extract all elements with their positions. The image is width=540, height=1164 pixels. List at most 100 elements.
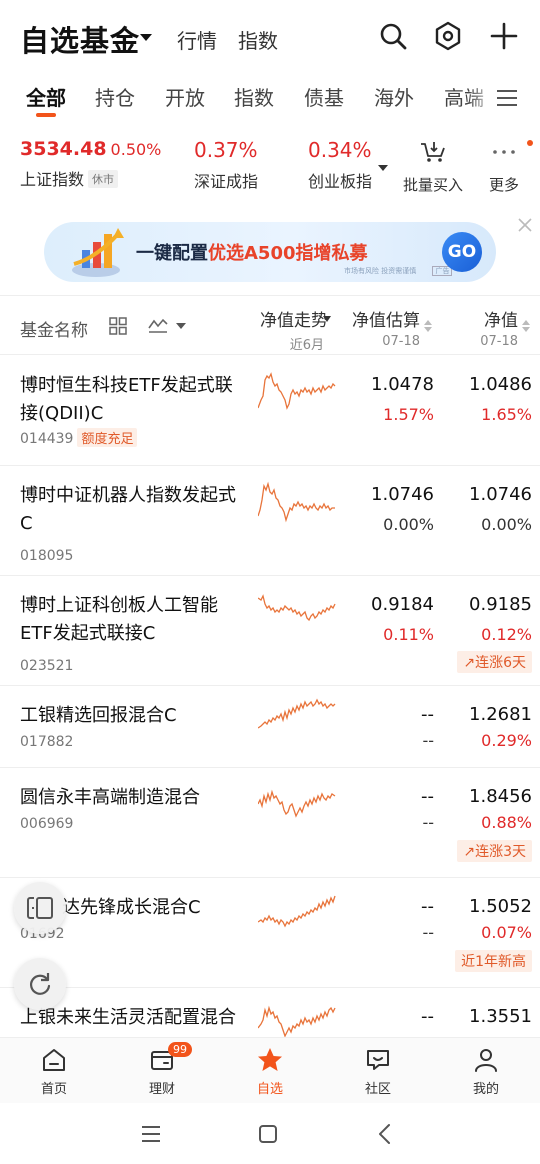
col-estimate[interactable]: 净值估算 07-18 [344,306,420,349]
split-screen-icon [27,897,53,919]
nav-value: 0.9185 [469,594,532,615]
refresh-button[interactable] [14,958,66,1010]
index-sh[interactable]: 3534.48 0.50% 上证指数 休市 [20,138,161,190]
user-icon [475,1049,497,1072]
nav-change: 0.88% [481,813,532,832]
streak-badge: ↗连涨6天 [457,651,532,673]
page-title[interactable]: 自选基金 [20,18,140,60]
tab-fade [468,78,496,118]
nav-cell: 1.5052 0.07% [436,896,532,942]
settings-hex-icon[interactable] [432,20,464,52]
title-dropdown-icon[interactable] [140,34,152,41]
home-button-icon[interactable] [255,1121,281,1147]
active-tab-indicator [36,113,56,117]
estimate-value: 1.0478 [371,374,434,395]
top-bar: 自选基金 行情 指数 [0,0,540,76]
trend-sort-icon[interactable] [323,316,331,322]
star-icon [258,1048,282,1071]
index-link[interactable]: 指数 [238,25,278,54]
nav-cell: 1.2681 0.29% [436,704,532,750]
nav-home-label: 首页 [40,1082,67,1097]
fund-name: 工银精选回报混合C [20,705,177,726]
index-dropdown-icon[interactable] [378,165,388,171]
nav-home[interactable]: 首页 [14,1046,94,1097]
tab-open[interactable]: 开放 [165,82,205,111]
trend-sparkline [258,481,335,523]
trend-dropdown-icon[interactable] [176,323,186,329]
notification-dot [527,140,533,146]
tab-menu-icon[interactable] [497,90,517,108]
col-nav[interactable]: 净值 07-18 [454,306,518,349]
nav-watchlist[interactable]: 自选 [230,1046,310,1097]
more-label: 更多 [488,176,519,194]
recent-apps-icon[interactable] [138,1121,164,1147]
tab-holdings[interactable]: 持仓 [95,82,135,111]
nav-wealth[interactable]: 99 理财 [122,1042,202,1097]
estimate-cell: -- [344,1006,434,1027]
column-header: 基金名称 净值走势 近6月 净值估算 07-18 净值 07-18 [0,295,540,355]
estimate-change: -- [422,731,434,750]
market-link[interactable]: 行情 [177,25,217,54]
fund-row[interactable]: 博时恒生科技ETF发起式联接(QDII)C 014439 额度充足 1.0478 … [0,356,540,466]
index-name: 创业板指 [308,172,373,191]
promo-banner[interactable]: 一键配置优选A500指增私募 市场有风险 投资需谨慎 广告 GO [44,222,496,282]
nav-value: 1.0486 [469,374,532,395]
more-button[interactable]: 更多 [480,138,528,195]
batch-buy-label: 批量买入 [402,176,463,194]
nav-community[interactable]: 社区 [338,1046,418,1097]
nav-change: 0.12% [481,625,532,644]
banner-headline: 一键配置优选A500指增私募 [136,239,368,265]
tab-all[interactable]: 全部 [26,82,66,111]
index-cyb[interactable]: 0.34% 创业板指 [308,138,372,192]
tab-index[interactable]: 指数 [234,82,274,111]
tab-bond[interactable]: 债基 [304,82,344,111]
nav-profile-label: 我的 [472,1082,499,1097]
fund-row[interactable]: 达先锋成长混合C 0​1​692 -- -- 1.5052 0.07% 近1年新… [0,878,540,988]
estimate-cell: -- -- [344,786,434,832]
nav-profile[interactable]: 我的 [446,1046,526,1097]
batch-buy-button[interactable]: 批量买入 [400,138,466,195]
nav-value: 1.2681 [469,704,532,725]
nav-value: 1.0746 [469,484,532,505]
add-icon[interactable] [488,20,520,52]
fund-code: 014439 [20,431,74,447]
estimate-cell: 1.0478 1.57% [344,374,434,424]
trend-chart-icon[interactable] [148,316,168,334]
cart-download-icon [421,142,445,162]
fund-row[interactable]: 工银精选回报混合C 017882 -- -- 1.2681 0.29% [0,686,540,768]
tab-overseas[interactable]: 海外 [374,82,414,111]
col-estimate-label: 净值估算 [352,311,420,331]
fund-row[interactable]: 圆信永丰高端制造混合 006969 -- -- 1.8456 0.88% ↗连涨… [0,768,540,878]
index-sz[interactable]: 0.37% 深证成指 [194,138,258,192]
close-icon[interactable] [516,216,534,234]
banner-go-button[interactable]: GO [442,232,482,272]
trend-sparkline [258,698,336,729]
back-icon[interactable] [372,1121,398,1147]
index-change: 0.34% [308,138,372,162]
fund-row[interactable]: 博时上证科创板人工智能ETF发起式联接C 023521 0.9184 0.11%… [0,576,540,686]
fund-name: 博时上证科创板人工智能ETF发起式联接C [20,595,218,644]
trend-sparkline [258,789,336,818]
trend-sparkline [258,372,336,410]
split-screen-button[interactable] [14,882,66,934]
fund-row[interactable]: 博时中证机器人指数发起式C 018095 1.0746 0.00% 1.0746… [0,466,540,576]
trend-sparkline [258,594,336,622]
fund-list: 博时恒生科技ETF发起式联接(QDII)C 014439 额度充足 1.0478 … [0,356,540,1058]
estimate-sort-icon[interactable] [424,320,432,334]
estimate-change: -- [422,923,434,942]
col-fund-name: 基金名称 [20,321,88,341]
fund-name: 博时中证机器人指数发起式C [20,485,236,534]
nav-sort-icon[interactable] [522,320,530,334]
nav-value: 1.5052 [469,896,532,917]
grid-view-icon[interactable] [109,317,127,335]
col-trend[interactable]: 净值走势 近6月 [250,306,328,353]
estimate-change: 1.57% [383,405,434,424]
nav-cell: 0.9185 0.12% [436,594,532,644]
col-nav-date: 07-18 [480,334,518,349]
search-icon[interactable] [377,20,409,52]
chat-icon [367,1050,389,1070]
col-estimate-date: 07-18 [382,334,420,349]
fund-name: 圆信永丰高端制造混合 [20,787,200,808]
estimate-value: -- [421,704,434,725]
estimate-value: -- [421,1006,434,1027]
